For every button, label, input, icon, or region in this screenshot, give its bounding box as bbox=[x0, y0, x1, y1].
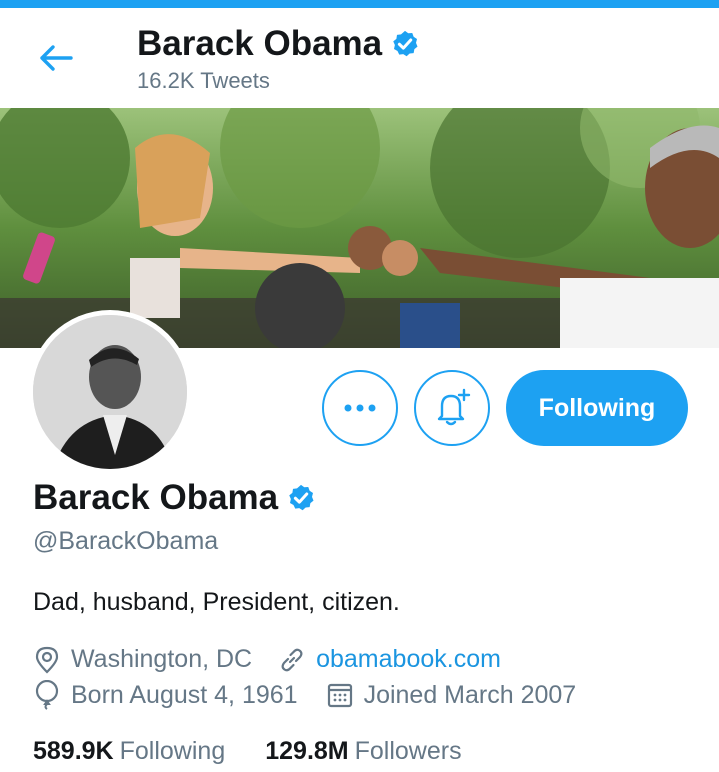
back-button[interactable] bbox=[36, 38, 76, 78]
profile-name: Barack Obama bbox=[33, 478, 279, 517]
website-link[interactable]: obamabook.com bbox=[316, 645, 501, 674]
profile-name-row: Barack Obama bbox=[33, 478, 316, 518]
back-arrow-icon bbox=[40, 45, 73, 71]
birthday-text: Born August 4, 1961 bbox=[71, 680, 298, 709]
profile-stats: 589.9K Following 129.8M Followers bbox=[33, 737, 462, 766]
link-icon bbox=[281, 648, 303, 671]
profile-meta-row-1: Washington, DC obamabook.com bbox=[33, 645, 501, 674]
location: Washington, DC bbox=[33, 645, 252, 674]
following-label: Following bbox=[119, 737, 226, 765]
status-bar bbox=[0, 0, 719, 8]
profile-avatar[interactable] bbox=[28, 310, 192, 474]
bell-plus-icon bbox=[437, 388, 471, 426]
followers-stat[interactable]: 129.8M Followers bbox=[265, 737, 461, 766]
verified-badge-icon bbox=[289, 484, 314, 511]
verified-badge-icon bbox=[393, 30, 418, 57]
joined-text: Joined March 2007 bbox=[363, 680, 577, 709]
header-title: Barack Obama bbox=[137, 24, 383, 63]
header-title-row: Barack Obama bbox=[137, 24, 420, 64]
top-bar: Barack Obama 16.2K Tweets bbox=[0, 8, 719, 108]
more-dots-icon bbox=[344, 404, 376, 412]
location-text: Washington, DC bbox=[71, 645, 253, 673]
location-pin-icon bbox=[35, 646, 59, 674]
followers-count: 129.8M bbox=[265, 737, 349, 765]
tweet-count: 16.2K Tweets bbox=[137, 68, 270, 93]
birthday: Born August 4, 1961 bbox=[33, 680, 298, 710]
followers-label: Followers bbox=[354, 737, 462, 765]
notifications-button[interactable] bbox=[414, 370, 490, 446]
following-count: 589.9K bbox=[33, 737, 114, 765]
following-stat[interactable]: 589.9K Following bbox=[33, 737, 225, 766]
profile-handle: @BarackObama bbox=[33, 527, 219, 555]
joined: Joined March 2007 bbox=[326, 680, 577, 710]
more-options-button[interactable] bbox=[322, 370, 398, 446]
balloon-icon bbox=[35, 680, 59, 710]
profile-meta-row-2: Born August 4, 1961 Joined March 2007 bbox=[33, 680, 576, 710]
calendar-icon bbox=[327, 683, 352, 708]
avatar-image bbox=[33, 315, 187, 469]
profile-bio: Dad, husband, President, citizen. bbox=[33, 588, 400, 616]
following-button[interactable]: Following bbox=[506, 370, 688, 446]
website[interactable]: obamabook.com bbox=[278, 645, 501, 674]
